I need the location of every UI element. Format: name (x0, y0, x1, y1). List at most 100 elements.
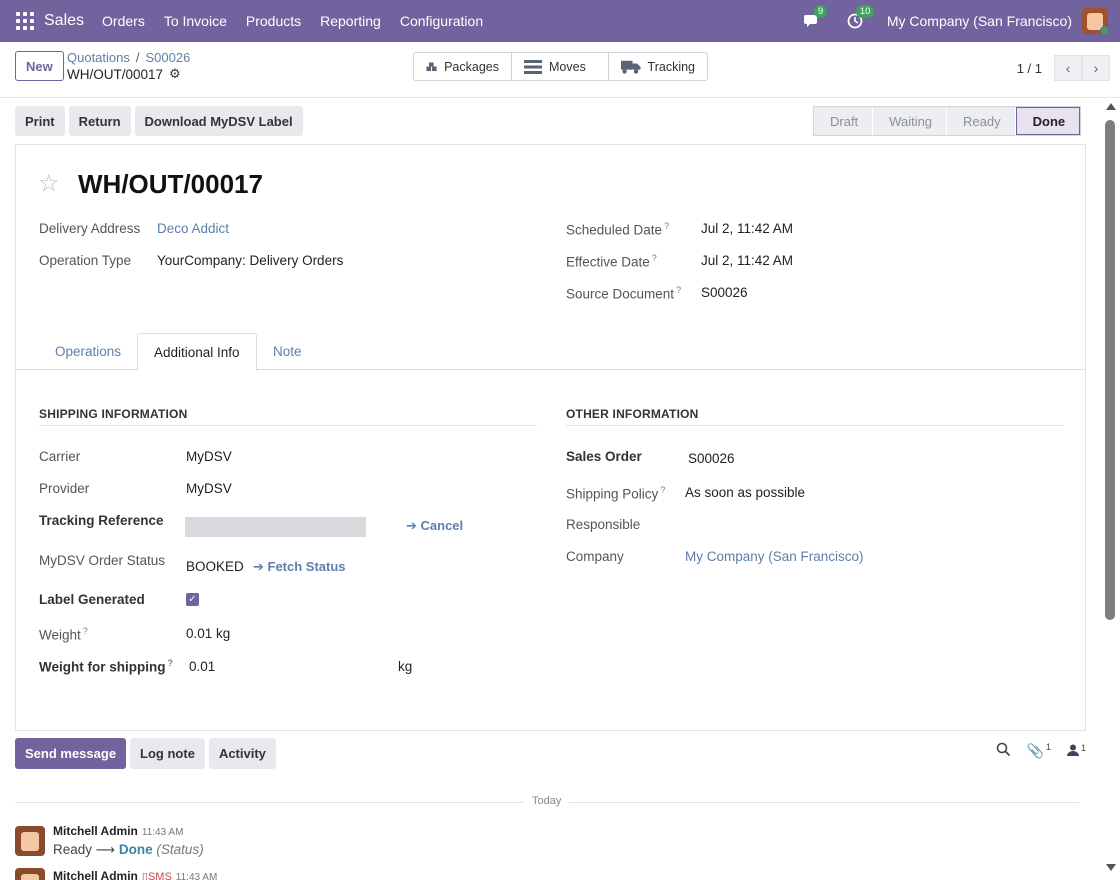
return-button[interactable]: Return (68, 106, 131, 136)
chevron-right-icon[interactable]: › (1082, 55, 1110, 81)
scroll-down-icon[interactable] (1106, 864, 1116, 871)
source-document-value[interactable]: S00026 (701, 285, 748, 300)
operation-type-value[interactable]: YourCompany: Delivery Orders (157, 253, 343, 268)
company-switcher[interactable]: My Company (San Francisco) (887, 13, 1072, 29)
scroll-thumb[interactable] (1105, 120, 1115, 620)
tab-additional-info[interactable]: Additional Info (137, 333, 257, 371)
app-brand[interactable]: Sales (44, 12, 84, 30)
tracking-button[interactable]: Tracking (609, 53, 707, 80)
other-section-title: OTHER INFORMATION (566, 407, 699, 421)
cancel-shipment-button[interactable]: ➔ Cancel (406, 518, 463, 534)
tracking-reference-input[interactable] (185, 517, 366, 537)
attachments-icon[interactable]: 📎 1 (1027, 742, 1051, 760)
tab-note[interactable]: Note (257, 333, 318, 370)
label-generated-label: Label Generated (39, 592, 145, 607)
moves-button[interactable]: Moves (512, 53, 609, 80)
nav-reporting[interactable]: Reporting (320, 13, 381, 29)
download-label-button[interactable]: Download MyDSV Label (134, 106, 303, 136)
star-icon[interactable]: ☆ (38, 169, 60, 198)
weight-shipping-label: Weight for shipping? (39, 658, 173, 675)
sales-order-value[interactable]: S00026 (688, 451, 735, 466)
message-body: Ready ⟶ Done (Status) (53, 842, 204, 857)
tab-operations[interactable]: Operations (39, 333, 137, 370)
message-author: Mitchell Admin ▯SMS 11:43 AM (53, 869, 217, 880)
source-document-label: Source Document? (566, 285, 682, 302)
breadcrumb: Quotations / S00026 (67, 50, 191, 65)
breadcrumb-quotations[interactable]: Quotations (67, 50, 130, 65)
apps-menu-icon[interactable] (16, 12, 34, 30)
provider-label: Provider (39, 481, 90, 496)
arrow-right-icon: ➔ (253, 559, 268, 574)
label-generated-checkbox[interactable]: ✓ (186, 593, 199, 606)
order-status-value: BOOKED (186, 559, 244, 574)
new-button[interactable]: New (15, 51, 64, 81)
message-author: Mitchell Admin 11:43 AM (53, 824, 184, 838)
gear-icon[interactable]: ⚙ (169, 66, 181, 82)
arrow-right-icon: ➔ (406, 518, 421, 533)
breadcrumb-order[interactable]: S00026 (146, 50, 191, 65)
tracking-reference-label: Tracking Reference (39, 513, 164, 528)
company-value[interactable]: My Company (San Francisco) (685, 549, 864, 564)
fetch-status-button[interactable]: ➔ Fetch Status (253, 559, 346, 575)
chatter-tools: 📎 1 1 (980, 742, 1086, 760)
weight-label: Weight? (39, 626, 88, 643)
form-sheet: ☆ WH/OUT/00017 Delivery Address Deco Add… (15, 144, 1086, 731)
smart-buttons: Packages Moves Tracking (413, 52, 708, 81)
stage-done[interactable]: Done (1015, 107, 1081, 135)
stage-ready[interactable]: Ready (947, 107, 1016, 135)
list-icon (524, 59, 542, 74)
operation-type-label: Operation Type (39, 253, 132, 268)
truck-icon (621, 60, 641, 74)
record-breadcrumb: WH/OUT/00017 ⚙ (67, 66, 181, 82)
activities-badge: 10 (855, 5, 875, 18)
followers-icon[interactable]: 1 (1066, 743, 1086, 760)
effective-date-value: Jul 2, 11:42 AM (701, 253, 794, 268)
nav-configuration[interactable]: Configuration (400, 13, 483, 29)
search-icon[interactable] (996, 742, 1011, 760)
date-divider-label: Today (524, 795, 570, 807)
shipping-section-title: SHIPPING INFORMATION (39, 407, 188, 421)
scheduled-date-value[interactable]: Jul 2, 11:42 AM (701, 221, 793, 236)
shipping-policy-label: Shipping Policy? (566, 485, 666, 502)
form-tabs: Operations Additional Info Note (16, 333, 1085, 371)
activity-button[interactable]: Activity (208, 738, 276, 769)
chatter-buttons: Send message Log note Activity (15, 738, 280, 769)
message-avatar[interactable] (15, 868, 45, 880)
weight-value: 0.01 kg (186, 626, 231, 641)
carrier-value[interactable]: MyDSV (186, 449, 232, 464)
provider-value: MyDSV (186, 481, 232, 496)
weight-shipping-input[interactable]: 0.01 (189, 659, 215, 674)
arrow-right-icon: ⟶ (95, 842, 119, 857)
pager: 1 / 1 ‹ › (1017, 55, 1110, 81)
nav-to-invoice[interactable]: To Invoice (164, 13, 227, 29)
effective-date-label: Effective Date? (566, 253, 657, 270)
sales-order-label: Sales Order (566, 449, 642, 464)
scroll-up-icon[interactable] (1106, 103, 1116, 110)
action-bar: Print Return Download MyDSV Label (15, 106, 307, 136)
control-panel: New Quotations / S00026 WH/OUT/00017 ⚙ Pac… (0, 42, 1120, 98)
responsible-label: Responsible (566, 517, 641, 532)
company-label: Company (566, 549, 624, 564)
packages-button[interactable]: Packages (414, 53, 512, 80)
stage-draft[interactable]: Draft (814, 107, 874, 135)
send-message-button[interactable]: Send message (15, 738, 127, 769)
scheduled-date-label: Scheduled Date? (566, 221, 670, 238)
shipping-policy-value[interactable]: As soon as possible (685, 485, 805, 500)
delivery-address-label: Delivery Address (39, 221, 141, 236)
nav-orders[interactable]: Orders (102, 13, 145, 29)
messages-icon[interactable]: 9 (803, 5, 828, 31)
log-note-button[interactable]: Log note (130, 738, 205, 769)
user-avatar[interactable] (1082, 8, 1108, 34)
chevron-left-icon[interactable]: ‹ (1054, 55, 1082, 81)
weight-shipping-unit: kg (398, 659, 413, 674)
messages-badge: 9 (813, 5, 828, 18)
delivery-address-value[interactable]: Deco Addict (157, 221, 229, 236)
pager-count[interactable]: 1 / 1 (1017, 61, 1042, 76)
shipping-divider (39, 425, 537, 426)
activities-icon[interactable]: 10 (845, 5, 875, 31)
nav-products[interactable]: Products (246, 13, 301, 29)
stage-waiting[interactable]: Waiting (873, 107, 948, 135)
scrollbar[interactable] (1103, 100, 1120, 880)
message-avatar[interactable] (15, 826, 45, 856)
print-button[interactable]: Print (15, 106, 65, 136)
